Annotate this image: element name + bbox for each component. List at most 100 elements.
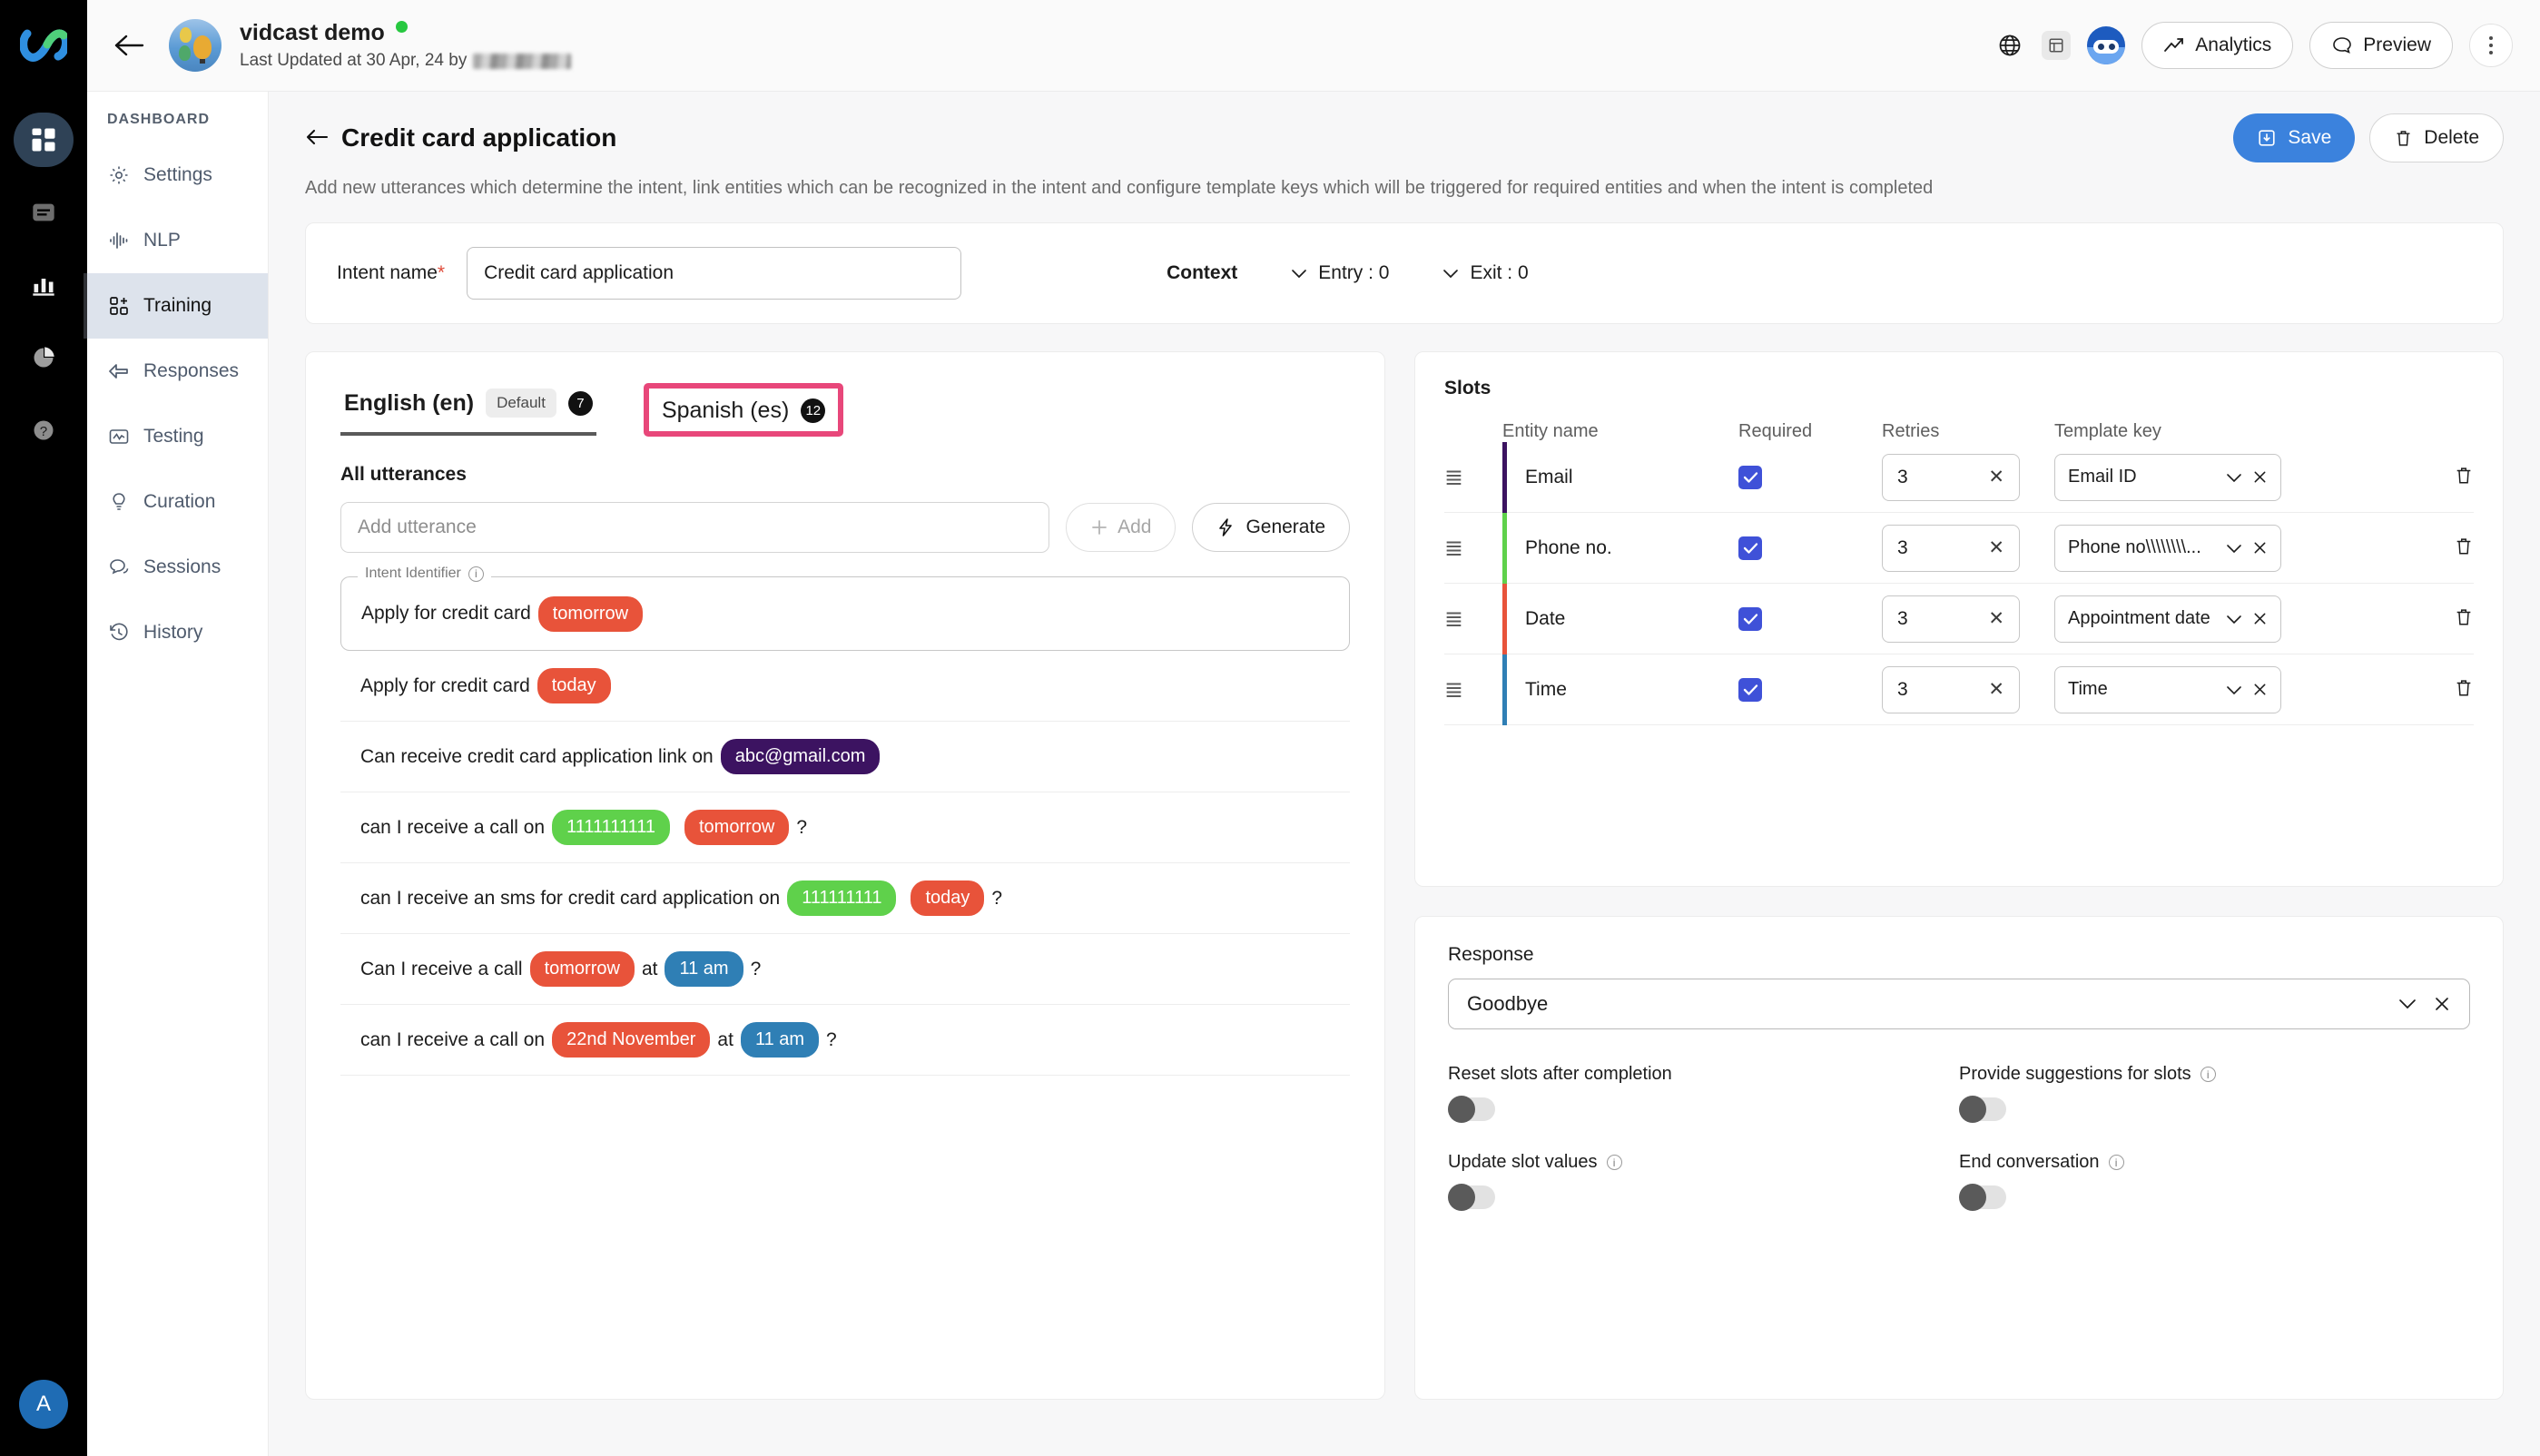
analytics-button[interactable]: Analytics bbox=[2141, 22, 2294, 69]
sidebar-item-settings[interactable]: Settings bbox=[87, 143, 268, 208]
retries-field[interactable]: 3 ✕ bbox=[1882, 524, 2020, 572]
retries-field[interactable]: 3 ✕ bbox=[1882, 665, 2020, 713]
add-utterance-input[interactable] bbox=[340, 502, 1050, 553]
entity-chip[interactable]: 11 am bbox=[665, 951, 743, 987]
slot-entity-name: Phone no. bbox=[1525, 536, 1612, 558]
clear-x-icon[interactable]: ✕ bbox=[1988, 678, 2004, 701]
required-checkbox[interactable] bbox=[1738, 677, 1762, 702]
rail-item-help[interactable]: ? bbox=[14, 403, 74, 457]
sidebar-item-responses[interactable]: Responses bbox=[87, 339, 268, 404]
svg-text:?: ? bbox=[40, 424, 47, 439]
drag-handle-icon[interactable]: ≣ bbox=[1444, 535, 1502, 562]
response-toggles: Reset slots after completion Provide sugg… bbox=[1448, 1064, 2470, 1215]
preview-button[interactable]: Preview bbox=[2309, 22, 2453, 69]
delete-button[interactable]: Delete bbox=[2369, 113, 2504, 162]
sidebar-item-testing[interactable]: Testing bbox=[87, 404, 268, 469]
info-circle-icon[interactable]: i bbox=[2200, 1067, 2216, 1082]
entity-chip[interactable]: 22nd November bbox=[552, 1022, 711, 1058]
template-key-select[interactable]: Email ID bbox=[2054, 453, 2281, 501]
clear-x-icon[interactable]: ✕ bbox=[1988, 607, 2004, 630]
page-body: DASHBOARD Settings NLP Training Response… bbox=[84, 92, 2540, 1456]
utterance-row[interactable]: Can I receive a call tomorrow at 11 am? bbox=[340, 934, 1350, 1005]
sidebar-item-label: Curation bbox=[143, 491, 216, 512]
rail-item-analytics[interactable] bbox=[14, 258, 74, 312]
entity-chip[interactable]: tomorrow bbox=[529, 951, 635, 987]
sidebar-item-sessions[interactable]: Sessions bbox=[87, 535, 268, 600]
retries-field[interactable]: 3 ✕ bbox=[1882, 595, 2020, 643]
generate-label: Generate bbox=[1245, 516, 1325, 537]
toggle-switch[interactable] bbox=[1448, 1096, 1495, 1123]
intent-identifier-row[interactable]: Intent Identifier i Apply for credit car… bbox=[340, 566, 1350, 651]
entity-chip[interactable]: today bbox=[911, 880, 985, 916]
rail-item-dashboard[interactable] bbox=[14, 113, 74, 167]
response-select[interactable]: Goodbye bbox=[1448, 979, 2470, 1029]
utterance-row[interactable]: Apply for credit card today bbox=[340, 651, 1350, 722]
back-arrow-icon[interactable] bbox=[109, 25, 149, 65]
back-arrow-icon[interactable] bbox=[305, 123, 329, 152]
save-button[interactable]: Save bbox=[2233, 113, 2356, 162]
utterance-row[interactable]: can I receive a call on 1111111111 tomorro… bbox=[340, 792, 1350, 863]
delete-slot-button[interactable] bbox=[2454, 608, 2474, 631]
last-updated-text: Last Updated at 30 Apr, 24 by bbox=[240, 51, 572, 71]
rail-item-documents[interactable] bbox=[14, 185, 74, 240]
drag-handle-icon[interactable]: ≣ bbox=[1444, 464, 1502, 491]
info-circle-icon[interactable]: i bbox=[468, 566, 484, 582]
sidebar-item-training[interactable]: Training bbox=[84, 273, 268, 339]
drag-handle-icon[interactable]: ≣ bbox=[1444, 605, 1502, 633]
layout-panel-icon[interactable] bbox=[2042, 31, 2072, 60]
info-circle-icon[interactable]: i bbox=[1606, 1155, 1622, 1170]
rail-item-reports[interactable] bbox=[14, 330, 74, 385]
utterance-row[interactable]: Can receive credit card application link… bbox=[340, 722, 1350, 792]
retries-field[interactable]: 3 ✕ bbox=[1882, 453, 2020, 501]
chevron-down-icon bbox=[2227, 685, 2241, 694]
clear-x-icon[interactable]: ✕ bbox=[1988, 536, 2004, 559]
entity-chip[interactable]: today bbox=[537, 668, 611, 703]
required-checkbox[interactable] bbox=[1738, 536, 1762, 560]
last-updated-label: Last Updated at 30 Apr, 24 by bbox=[240, 51, 468, 70]
response-value: Goodbye bbox=[1467, 992, 1549, 1015]
kebab-menu-icon[interactable] bbox=[2469, 24, 2513, 67]
delete-slot-button[interactable] bbox=[2454, 679, 2474, 702]
info-circle-icon[interactable]: i bbox=[2108, 1155, 2124, 1170]
sidebar-item-nlp[interactable]: NLP bbox=[87, 208, 268, 273]
monitor-wave-icon bbox=[107, 427, 131, 447]
toggle-switch[interactable] bbox=[1959, 1184, 2006, 1211]
entity-chip[interactable]: 1111111111 bbox=[552, 810, 670, 845]
add-utterance-button[interactable]: Add bbox=[1066, 503, 1176, 552]
entity-chip[interactable]: abc@gmail.com bbox=[720, 739, 881, 774]
lightning-bolt-icon bbox=[1219, 518, 1233, 536]
required-checkbox[interactable] bbox=[1738, 606, 1762, 631]
entity-chip[interactable]: tomorrow bbox=[537, 595, 644, 632]
context-label: Context bbox=[1167, 262, 1238, 283]
required-checkbox[interactable] bbox=[1738, 465, 1762, 489]
globe-icon[interactable] bbox=[1994, 30, 2025, 61]
redacted-username bbox=[473, 53, 572, 69]
template-key-select[interactable]: Appointment date bbox=[2054, 595, 2281, 643]
toggle-switch[interactable] bbox=[1448, 1184, 1495, 1211]
delete-slot-button[interactable] bbox=[2454, 537, 2474, 560]
tab-english[interactable]: English (en) Default 7 bbox=[340, 383, 596, 436]
sidebar-section-title: DASHBOARD bbox=[107, 112, 210, 127]
delete-slot-button[interactable] bbox=[2454, 467, 2474, 489]
context-entry-dropdown[interactable]: Entry : 0 bbox=[1290, 262, 1389, 284]
toggle-switch[interactable] bbox=[1959, 1096, 2006, 1123]
utterance-row[interactable]: can I receive a call on 22nd November at 11… bbox=[340, 1005, 1350, 1076]
entity-chip[interactable]: tomorrow bbox=[684, 810, 790, 845]
tab-spanish[interactable]: Spanish (es) 12 bbox=[658, 392, 829, 428]
entity-chip[interactable]: 11 am bbox=[740, 1022, 820, 1058]
drag-handle-icon[interactable]: ≣ bbox=[1444, 676, 1502, 703]
utterance-row[interactable]: can I receive an sms for credit card app… bbox=[340, 863, 1350, 934]
sidebar-item-curation[interactable]: Curation bbox=[87, 469, 268, 535]
generate-button[interactable]: Generate bbox=[1192, 503, 1350, 552]
entity-chip[interactable]: 111111111 bbox=[787, 880, 897, 916]
utterance-text: at bbox=[717, 1028, 733, 1050]
clear-x-icon[interactable]: ✕ bbox=[1988, 466, 2004, 488]
preview-label: Preview bbox=[2363, 34, 2431, 55]
ninja-avatar-icon[interactable] bbox=[2087, 26, 2126, 64]
context-exit-dropdown[interactable]: Exit : 0 bbox=[1442, 262, 1529, 284]
sidebar-item-history[interactable]: History bbox=[87, 600, 268, 665]
rail-user-avatar[interactable]: A bbox=[19, 1380, 68, 1429]
template-key-select[interactable]: Time bbox=[2054, 665, 2281, 713]
intent-name-input[interactable] bbox=[467, 247, 962, 300]
template-key-select[interactable]: Phone no\\\\\\\\... bbox=[2054, 524, 2281, 572]
